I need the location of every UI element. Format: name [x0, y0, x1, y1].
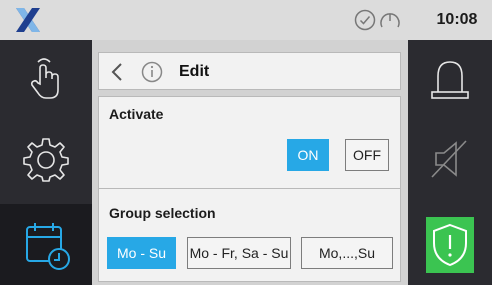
nav-settings-button[interactable]: [0, 122, 92, 196]
left-nav: [0, 40, 92, 285]
gear-icon: [23, 138, 69, 182]
group-option-mo-fr-sa-su[interactable]: Mo - Fr, Sa - Su: [187, 237, 291, 269]
right-nav: [408, 40, 492, 285]
activate-label: Activate: [109, 106, 164, 122]
group-option-individual-days[interactable]: Mo,...,Su: [301, 237, 393, 269]
check-circle-icon: [354, 9, 376, 31]
group-option-mo-su[interactable]: Mo - Su: [107, 237, 176, 269]
clock: 10:08: [436, 11, 478, 28]
edit-header: Edit: [98, 52, 401, 90]
status-bar: 10:08: [0, 0, 492, 40]
activate-on-button[interactable]: ON: [287, 139, 329, 171]
nav-schedule-button[interactable]: [0, 204, 92, 285]
calendar-clock-icon: [26, 222, 70, 270]
page-title: Edit: [179, 63, 210, 80]
back-icon[interactable]: [109, 62, 125, 82]
info-icon[interactable]: [141, 61, 163, 83]
hand-pointer-icon: [30, 58, 59, 99]
speaker-muted-icon: [431, 140, 467, 178]
alarm-button[interactable]: [408, 44, 492, 114]
gauge-icon: [380, 13, 400, 28]
mute-button[interactable]: [408, 124, 492, 194]
nav-touch-button[interactable]: [0, 44, 92, 114]
activate-off-button[interactable]: OFF: [345, 139, 389, 171]
group-selection-panel: Group selection Mo - Su Mo - Fr, Sa - Su…: [98, 188, 401, 282]
security-button[interactable]: [426, 217, 474, 273]
main-content: Edit Activate ON OFF Group selection Mo …: [92, 40, 408, 285]
group-selection-label: Group selection: [109, 205, 216, 221]
shield-alert-icon: [433, 223, 467, 267]
beacon-icon: [431, 61, 469, 99]
x-logo-icon: [16, 8, 40, 32]
